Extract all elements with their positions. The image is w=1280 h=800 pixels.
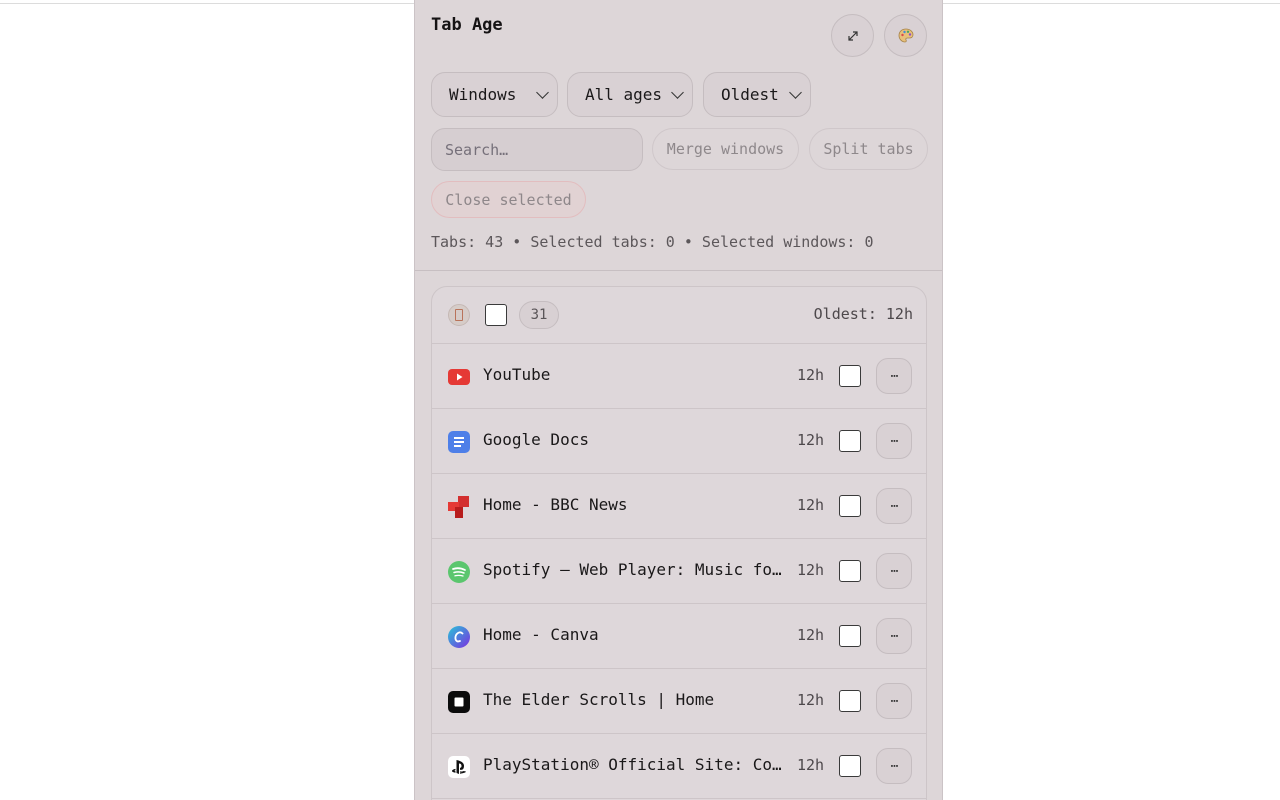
- sort-value: Oldest: [721, 85, 779, 104]
- popup-title: Tab Age: [431, 15, 503, 35]
- tab-select-checkbox[interactable]: [839, 755, 861, 777]
- age-filter-select[interactable]: All ages: [567, 72, 693, 117]
- more-options-button[interactable]: ⋯: [876, 618, 912, 654]
- tab-title: Home - Canva: [483, 625, 599, 644]
- door-icon[interactable]: [448, 304, 470, 326]
- tab-row[interactable]: Home - BBC News 12h ⋯: [432, 474, 926, 539]
- tab-age: 12h: [797, 691, 825, 709]
- chevron-down-icon: [789, 86, 802, 99]
- tab-select-checkbox[interactable]: [839, 365, 861, 387]
- chevron-down-icon: [671, 86, 684, 99]
- tab-row[interactable]: PlayStation® Official Site: Consoles, Ga…: [432, 734, 926, 799]
- tab-age: 12h: [797, 496, 825, 514]
- age-filter-value: All ages: [585, 85, 663, 104]
- youtube-icon: [447, 365, 471, 389]
- close-selected-button[interactable]: Close selected: [431, 181, 586, 218]
- tab-stats: Tabs: 43 • Selected tabs: 0 • Selected w…: [431, 233, 874, 251]
- tab-select-checkbox[interactable]: [839, 430, 861, 452]
- tab-age-popup: Tab Age Windows All ages Oldest Merge wi…: [414, 0, 943, 800]
- tab-title: Home - BBC News: [483, 495, 628, 514]
- tab-select-checkbox[interactable]: [839, 560, 861, 582]
- spotify-icon: [447, 560, 471, 584]
- tab-age: 12h: [797, 431, 825, 449]
- tab-select-checkbox[interactable]: [839, 625, 861, 647]
- canva-icon: [447, 625, 471, 649]
- tab-age: 12h: [797, 626, 825, 644]
- chevron-down-icon: [536, 86, 549, 99]
- tab-row[interactable]: Spotify – Web Player: Music for everyone…: [432, 539, 926, 604]
- more-options-button[interactable]: ⋯: [876, 683, 912, 719]
- merge-windows-button[interactable]: Merge windows: [652, 128, 799, 170]
- split-tabs-button[interactable]: Split tabs: [809, 128, 928, 170]
- more-options-button[interactable]: ⋯: [876, 488, 912, 524]
- divider: [415, 270, 942, 271]
- window-oldest-age: Oldest: 12h: [813, 305, 913, 323]
- tab-title: Google Docs: [483, 430, 589, 449]
- playstation-icon: [447, 755, 471, 779]
- tab-row[interactable]: Google Docs 12h ⋯: [432, 409, 926, 474]
- expand-icon: [847, 30, 858, 41]
- window-group: 31 Oldest: 12h YouTube 12h ⋯ Google Docs…: [431, 286, 927, 800]
- group-by-select[interactable]: Windows: [431, 72, 558, 117]
- sort-select[interactable]: Oldest: [703, 72, 811, 117]
- more-options-button[interactable]: ⋯: [876, 423, 912, 459]
- expand-button[interactable]: [831, 14, 874, 57]
- tab-age: 12h: [797, 366, 825, 384]
- google-docs-icon: [447, 430, 471, 454]
- tab-select-checkbox[interactable]: [839, 495, 861, 517]
- bbc-news-icon: [447, 495, 471, 519]
- tab-row[interactable]: Home - Canva 12h ⋯: [432, 604, 926, 669]
- elder-scrolls-icon: [447, 690, 471, 714]
- tab-title: Spotify – Web Player: Music for everyone: [483, 560, 787, 579]
- palette-icon: [898, 28, 913, 42]
- search-input[interactable]: [431, 128, 643, 171]
- tab-title: PlayStation® Official Site: Consoles, Ga…: [483, 755, 787, 774]
- tab-row[interactable]: YouTube 12h ⋯: [432, 344, 926, 409]
- window-header: 31 Oldest: 12h: [432, 287, 926, 344]
- window-tab-count: 31: [519, 301, 559, 329]
- tab-row[interactable]: The Elder Scrolls | Home 12h ⋯: [432, 669, 926, 734]
- tab-age: 12h: [797, 756, 825, 774]
- more-options-button[interactable]: ⋯: [876, 553, 912, 589]
- more-options-button[interactable]: ⋯: [876, 748, 912, 784]
- more-options-button[interactable]: ⋯: [876, 358, 912, 394]
- theme-button[interactable]: [884, 14, 927, 57]
- tab-title: YouTube: [483, 365, 551, 384]
- tab-title: The Elder Scrolls | Home: [483, 690, 715, 709]
- window-select-checkbox[interactable]: [485, 304, 507, 326]
- group-by-value: Windows: [449, 85, 517, 104]
- tab-select-checkbox[interactable]: [839, 690, 861, 712]
- tab-age: 12h: [797, 561, 825, 579]
